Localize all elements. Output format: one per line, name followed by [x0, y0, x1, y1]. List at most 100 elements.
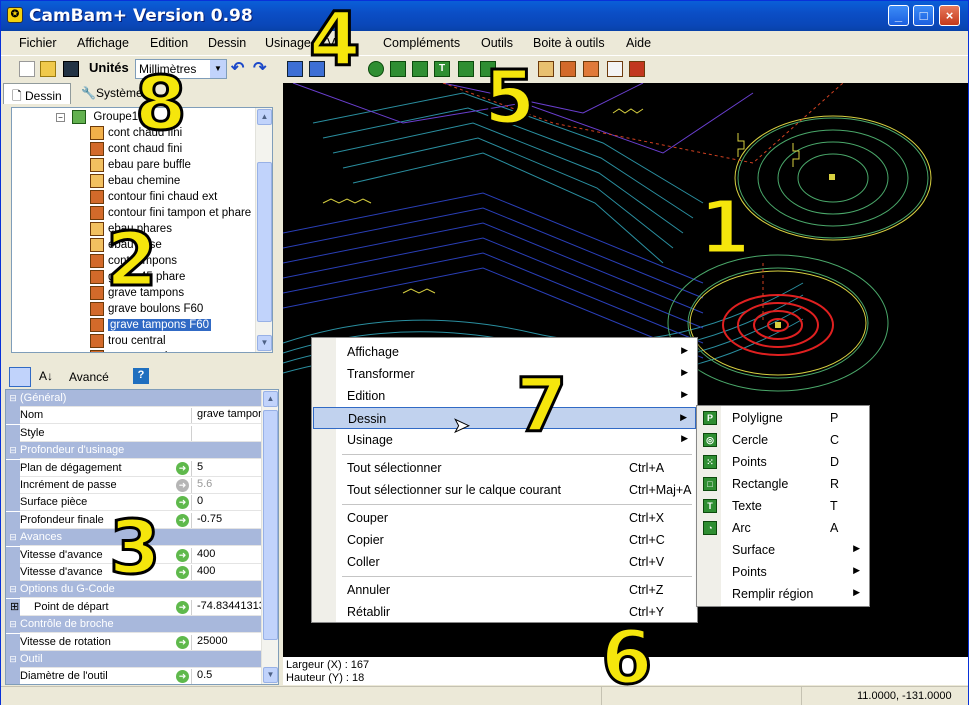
circle-tool-icon[interactable] [368, 61, 384, 77]
menu-edition[interactable]: Edition [150, 36, 188, 50]
categorized-icon[interactable] [9, 367, 31, 387]
redo-icon[interactable]: ↷ [253, 58, 269, 77]
tree-item[interactable]: trou central [90, 334, 166, 350]
tree-item[interactable]: cont central [90, 350, 167, 352]
arc-tool-icon[interactable] [458, 61, 474, 77]
submenu-item[interactable]: Surface ▶ [698, 539, 868, 561]
default-value-arrow-icon[interactable]: ➜ [176, 548, 189, 562]
scroll-down-icon[interactable]: ▼ [263, 667, 278, 683]
property-row[interactable]: Vitesse de rotation ➜ 25000 [6, 633, 263, 651]
property-value[interactable]: 400 [191, 547, 263, 563]
property-value[interactable]: 5.6 [191, 478, 263, 493]
collapse-icon[interactable]: ⊟ [6, 616, 20, 634]
default-value-arrow-icon[interactable]: ➜ [176, 566, 189, 579]
help-icon[interactable]: ? [133, 368, 149, 384]
property-row[interactable]: Style [6, 424, 263, 442]
property-category[interactable]: ⊟ (Général) [6, 390, 263, 407]
scroll-up-icon[interactable]: ▲ [257, 109, 272, 125]
tree-scrollbar[interactable]: ▲ ▼ [255, 108, 272, 352]
collapse-icon[interactable]: ⊟ [6, 442, 20, 460]
property-value[interactable]: 5 [191, 460, 263, 476]
collapse-icon[interactable]: ⊟ [6, 651, 20, 668]
property-row[interactable]: Incrément de passe ➜ 5.6 [6, 477, 263, 494]
tab-dessin[interactable]: 🗋 Dessin [3, 83, 71, 104]
context-menu-item[interactable]: Tout sélectionner Ctrl+A [313, 457, 696, 479]
property-value[interactable]: -0.75 [191, 512, 263, 528]
property-row[interactable]: Nom grave tampons F60 [6, 407, 263, 425]
property-row[interactable]: Diamètre de l'outil ➜ 0.5 [6, 668, 263, 684]
menu-aide[interactable]: Aide [626, 36, 651, 50]
default-value-arrow-icon[interactable]: ➜ [176, 670, 189, 684]
context-menu-item[interactable]: Transformer ▶ [313, 363, 696, 385]
scroll-up-icon[interactable]: ▲ [263, 391, 278, 407]
tree-scroll-thumb[interactable] [257, 162, 272, 322]
submenu-item[interactable]: T Texte T [698, 495, 868, 517]
props-scroll-thumb[interactable] [263, 410, 278, 640]
default-value-arrow-icon[interactable]: ➜ [176, 513, 189, 527]
pocket-op-icon[interactable] [560, 61, 576, 77]
property-value[interactable]: grave tampons F60 [191, 408, 263, 424]
default-value-arrow-icon[interactable]: ➜ [176, 496, 189, 510]
menu-usinage[interactable]: Usinage [265, 36, 311, 50]
points-tool-icon[interactable] [390, 61, 406, 77]
chevron-down-icon[interactable]: ▼ [210, 60, 226, 78]
property-value[interactable]: 0.5 [191, 669, 263, 684]
minimize-button[interactable]: _ [888, 5, 909, 26]
submenu-item[interactable]: ◎ Cercle C [698, 429, 868, 451]
default-value-arrow-icon[interactable]: ➜ [176, 600, 189, 614]
context-menu-item[interactable]: Usinage ▶ [313, 429, 696, 451]
property-value[interactable]: 0 [191, 495, 263, 511]
menu-fichier[interactable]: Fichier [19, 36, 57, 50]
context-menu-item[interactable]: Annuler Ctrl+Z [313, 579, 696, 601]
menu-outils[interactable]: Outils [481, 36, 513, 50]
submenu-item[interactable]: □ Rectangle R [698, 473, 868, 495]
tree-item[interactable]: grave tampons F60 [90, 318, 212, 334]
advanced-button[interactable]: Avancé [69, 370, 109, 384]
rectangle-tool-icon[interactable] [412, 61, 428, 77]
tree-item[interactable]: ebau chemine [90, 174, 180, 190]
tree-item[interactable]: grave boulons F60 [90, 302, 203, 318]
submenu-item[interactable]: P Polyligne P [698, 407, 868, 429]
context-menu-item[interactable]: Affichage ▶ [313, 341, 696, 363]
property-row[interactable]: ⊞ Point de départ ➜-74.834413130 [6, 598, 263, 616]
submenu-item[interactable]: Points ▶ [698, 561, 868, 583]
close-button[interactable]: × [939, 5, 960, 26]
context-menu-item[interactable]: Tout sélectionner sur le calque courant C… [313, 479, 696, 501]
property-value[interactable] [191, 425, 263, 441]
tree-item[interactable]: ebau pare buffle [90, 158, 191, 174]
new-file-icon[interactable] [19, 61, 35, 77]
context-menu-item[interactable]: Dessin ▶ [313, 407, 696, 429]
default-value-arrow-icon[interactable]: ➜ [176, 461, 189, 475]
scroll-down-icon[interactable]: ▼ [257, 335, 272, 351]
submenu-item[interactable]: ⁙ Points D [698, 451, 868, 473]
property-value[interactable]: -74.834413130 [191, 599, 263, 615]
menu-complements[interactable]: Compléments [383, 36, 460, 50]
menu-boite-a-outils[interactable]: Boite à outils [533, 36, 605, 50]
property-category[interactable]: ⊟ Contrôle de broche [6, 616, 263, 634]
default-value-arrow-icon[interactable]: ➜ [176, 479, 189, 492]
context-menu-item[interactable]: Coller Ctrl+V [313, 551, 696, 573]
post-process-icon[interactable] [629, 61, 645, 77]
submenu-item[interactable]: ◔ Arc A [698, 517, 868, 539]
default-value-arrow-icon[interactable]: ➜ [176, 635, 189, 649]
tree-item[interactable]: contour fini chaud ext [90, 190, 217, 206]
tree-group-row[interactable]: − Groupe1 [56, 110, 138, 126]
maximize-button[interactable]: □ [913, 5, 934, 26]
undo-icon[interactable]: ↶ [231, 58, 247, 77]
menu-affichage[interactable]: Affichage [77, 36, 129, 50]
sort-alpha-icon[interactable]: A↓ [39, 369, 53, 383]
context-menu-item[interactable]: Edition ▶ [313, 385, 696, 407]
property-category[interactable]: ⊟ Profondeur d'usinage [6, 442, 263, 460]
profile-op-icon[interactable] [538, 61, 554, 77]
property-row[interactable]: Plan de dégagement ➜ 5 [6, 459, 263, 477]
select-tool-icon[interactable] [287, 61, 303, 77]
open-folder-icon[interactable] [40, 61, 56, 77]
menu-dessin[interactable]: Dessin [208, 36, 246, 50]
collapse-icon[interactable]: ⊟ [6, 529, 20, 547]
property-value[interactable]: 25000 [191, 634, 263, 650]
title-bar[interactable]: ✪ CamBam+ Version 0.98 _ □ × [1, 1, 968, 31]
context-menu-item[interactable]: Couper Ctrl+X [313, 507, 696, 529]
property-category[interactable]: ⊟ Outil [6, 651, 263, 668]
drill-op-icon[interactable] [583, 61, 599, 77]
props-scrollbar[interactable]: ▲ ▼ [261, 390, 278, 684]
